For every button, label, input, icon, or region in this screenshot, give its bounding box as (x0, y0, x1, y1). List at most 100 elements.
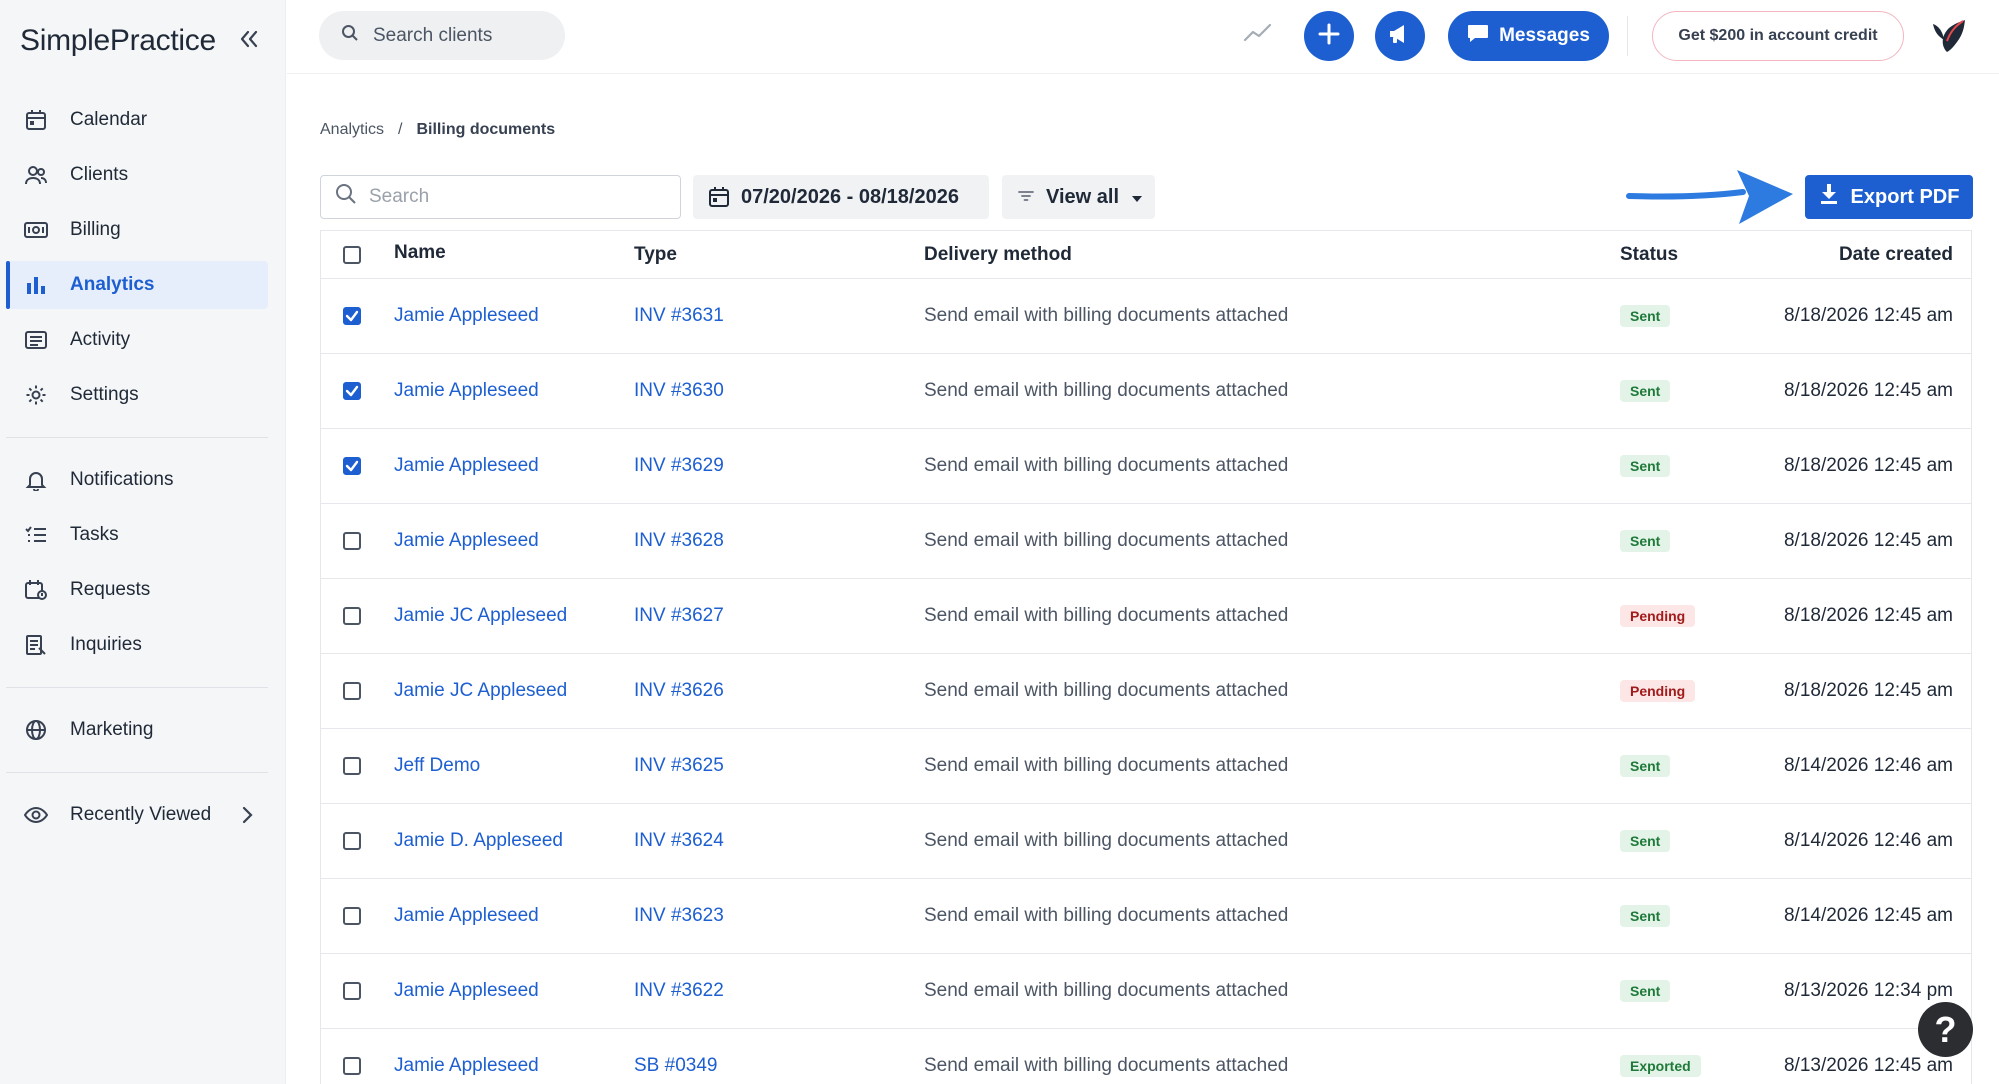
sidebar-item-tasks[interactable]: Tasks (6, 511, 268, 559)
sidebar-item-activity[interactable]: Activity (6, 316, 268, 364)
row-checkbox[interactable] (343, 307, 361, 325)
row-select-cell (343, 879, 361, 953)
header-date-created[interactable]: Date created (1839, 231, 1953, 278)
document-type-link[interactable]: INV #3627 (634, 579, 724, 653)
breadcrumb-analytics[interactable]: Analytics (320, 121, 384, 138)
trend-icon[interactable] (1243, 22, 1273, 49)
status-badge: Sent (1620, 455, 1671, 477)
date-created: 8/18/2026 12:45 am (1783, 530, 1953, 551)
client-name-link[interactable]: Jamie JC Appleseed (394, 579, 567, 653)
date-range-button[interactable]: 07/20/2026 - 08/18/2026 (693, 175, 989, 219)
help-button[interactable]: ? (1918, 1002, 1973, 1057)
date-created: 8/18/2026 12:45 am (1783, 605, 1953, 626)
search-clients-input[interactable]: Search clients (319, 11, 565, 60)
row-checkbox[interactable] (343, 1057, 361, 1075)
search-input[interactable]: Search (320, 175, 681, 219)
search-clients-placeholder: Search clients (373, 24, 493, 46)
status-badge: Sent (1620, 530, 1671, 552)
document-type-link[interactable]: INV #3623 (634, 879, 724, 953)
topbar-divider (1627, 16, 1628, 56)
table-row: Jamie Appleseed INV #3623 Send email with … (321, 879, 1971, 954)
sidebar-item-calendar[interactable]: Calendar (6, 96, 268, 144)
row-checkbox[interactable] (343, 832, 361, 850)
messages-label: Messages (1499, 25, 1590, 46)
sidebar-item-label: Activity (70, 329, 131, 350)
add-button[interactable] (1304, 11, 1354, 61)
document-type-link[interactable]: INV #3626 (634, 654, 724, 728)
table-row: Jeff Demo INV #3625 Send email with billin… (321, 729, 1971, 804)
client-name-link[interactable]: Jeff Demo (394, 729, 480, 803)
document-type-link[interactable]: INV #3624 (634, 804, 724, 878)
row-select-cell (343, 579, 361, 653)
sidebar-item-notifications[interactable]: Notifications (6, 456, 268, 504)
export-pdf-button[interactable]: Export PDF (1805, 175, 1973, 219)
client-name-link[interactable]: Jamie Appleseed (394, 429, 539, 503)
tasks-icon (24, 523, 48, 547)
annotation-arrow-icon (1625, 166, 1795, 235)
announcements-button[interactable] (1375, 11, 1425, 61)
sidebar-item-label: Recently Viewed (70, 804, 212, 825)
row-checkbox[interactable] (343, 607, 361, 625)
status-badge: Sent (1620, 830, 1671, 852)
row-checkbox[interactable] (343, 682, 361, 700)
avatar[interactable] (1923, 12, 1971, 60)
status-cell: Pending (1620, 579, 1696, 653)
document-type-link[interactable]: INV #3631 (634, 279, 724, 353)
sidebar-item-clients[interactable]: Clients (6, 151, 268, 199)
client-name-link[interactable]: Jamie Appleseed (394, 879, 539, 953)
sidebar-item-analytics[interactable]: Analytics (6, 261, 268, 309)
chat-icon (1467, 23, 1489, 49)
row-select-cell (343, 804, 361, 878)
header-name[interactable]: Name (394, 231, 446, 276)
client-name-link[interactable]: Jamie Appleseed (394, 504, 539, 578)
sidebar-item-recently-viewed[interactable]: Recently Viewed (6, 791, 268, 839)
app-logo[interactable]: SimplePractice (20, 24, 216, 58)
document-type-link[interactable]: INV #3630 (634, 354, 724, 428)
client-name-link[interactable]: Jamie JC Appleseed (394, 654, 567, 728)
status-cell: Exported (1620, 1029, 1701, 1084)
row-checkbox[interactable] (343, 907, 361, 925)
sidebar-item-label: Notifications (70, 469, 174, 490)
sidebar-item-requests[interactable]: Requests (6, 566, 268, 614)
row-checkbox[interactable] (343, 532, 361, 550)
sidebar-item-marketing[interactable]: Marketing (6, 706, 268, 754)
messages-button[interactable]: Messages (1448, 11, 1609, 61)
client-name-link[interactable]: Jamie D. Appleseed (394, 804, 563, 878)
document-type-link[interactable]: SB #0349 (634, 1029, 717, 1084)
delivery-method: Send email with billing documents attach… (924, 455, 1289, 476)
delivery-method: Send email with billing documents attach… (924, 830, 1289, 851)
row-checkbox[interactable] (343, 457, 361, 475)
row-select-cell (343, 279, 361, 353)
header-delivery-method[interactable]: Delivery method (924, 231, 1072, 278)
view-all-filter-button[interactable]: View all (1002, 175, 1155, 219)
collapse-sidebar-icon[interactable] (236, 26, 262, 52)
sidebar-item-label: Settings (70, 384, 139, 405)
status-cell: Sent (1620, 354, 1671, 428)
row-select-cell (343, 429, 361, 503)
row-checkbox[interactable] (343, 757, 361, 775)
document-type-link[interactable]: INV #3625 (634, 729, 724, 803)
plus-icon (1318, 23, 1340, 50)
sidebar-item-billing[interactable]: Billing (6, 206, 268, 254)
client-name-link[interactable]: Jamie Appleseed (394, 279, 539, 353)
row-checkbox[interactable] (343, 382, 361, 400)
status-badge: Sent (1620, 380, 1671, 402)
header-type[interactable]: Type (634, 231, 677, 278)
sidebar-item-label: Requests (70, 579, 151, 600)
header-status[interactable]: Status (1620, 231, 1678, 278)
sidebar-item-label: Analytics (70, 274, 155, 295)
client-name-link[interactable]: Jamie Appleseed (394, 1029, 539, 1084)
row-checkbox[interactable] (343, 982, 361, 1000)
sidebar-item-inquiries[interactable]: Inquiries (6, 621, 268, 669)
document-type-link[interactable]: INV #3628 (634, 504, 724, 578)
sidebar-item-settings[interactable]: Settings (6, 371, 268, 419)
account-credit-button[interactable]: Get $200 in account credit (1652, 11, 1904, 61)
sidebar-divider (6, 772, 268, 773)
client-name-link[interactable]: Jamie Appleseed (394, 354, 539, 428)
client-name-link[interactable]: Jamie Appleseed (394, 954, 539, 1028)
document-type-link[interactable]: INV #3629 (634, 429, 724, 503)
breadcrumb-separator: / (398, 121, 403, 138)
globe-icon (24, 718, 48, 742)
select-all-checkbox[interactable] (343, 245, 361, 264)
document-type-link[interactable]: INV #3622 (634, 954, 724, 1028)
